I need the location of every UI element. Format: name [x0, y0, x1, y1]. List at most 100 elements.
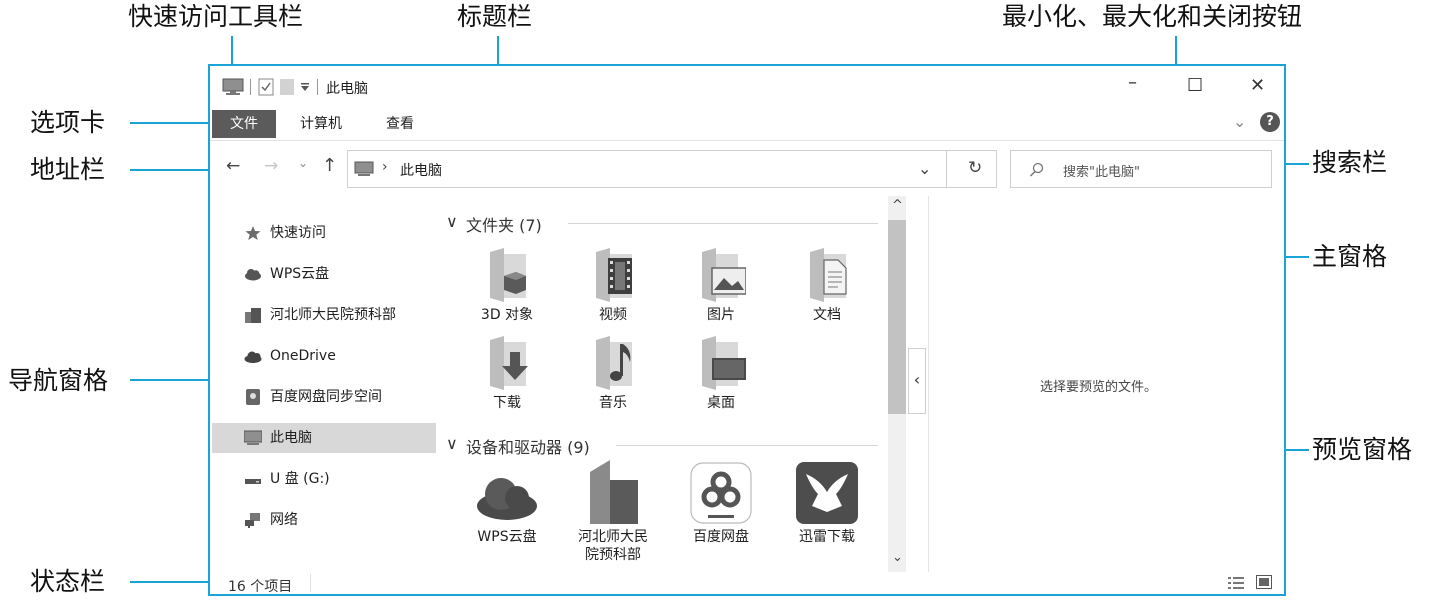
nav-item-quick-access[interactable]: 快速访问 [212, 218, 436, 248]
folder-tile-pictures[interactable]: 图片 [676, 248, 766, 328]
callout-line [130, 581, 210, 583]
search-placeholder: 搜索"此电脑" [1063, 165, 1140, 180]
downloads-folder-icon [490, 336, 528, 390]
back-arrow-icon[interactable]: ← [226, 156, 240, 176]
folder-label: 音乐 [599, 395, 627, 411]
nav-item-usb-drive[interactable]: U 盘 (G:) [212, 464, 436, 494]
callout-ribbon-tabs: 选项卡 [30, 108, 106, 137]
callout-line [231, 36, 233, 66]
device-label: 百度网盘 [693, 529, 749, 545]
pane-divider [928, 196, 929, 572]
scroll-down-arrow-icon[interactable]: ⌄ [892, 550, 903, 565]
navigation-pane: 快速访问 WPS云盘 河北师大民院预科部 OneDrive 百度网盘同步空间 此… [212, 212, 436, 572]
ribbon-expand-chevron-icon[interactable]: ⌄ [1233, 112, 1246, 131]
nav-item-baidu-sync[interactable]: 百度网盘同步空间 [212, 382, 436, 412]
recent-locations-chevron-icon[interactable]: ⌄ [298, 156, 308, 170]
preview-empty-text: 选择要预览的文件。 [1040, 380, 1158, 395]
nav-item-label: 河北师大民院预科部 [270, 307, 396, 323]
address-input[interactable]: › 此电脑 ⌄ ↻ [347, 150, 997, 188]
baidu-netdisk-icon [690, 462, 752, 524]
folder-tile-downloads[interactable]: 下载 [462, 336, 552, 416]
onedrive-cloud-icon [244, 351, 262, 363]
devices-group-collapse-icon[interactable]: ∨ [446, 434, 458, 453]
baidu-sync-icon [246, 389, 260, 405]
cloud-icon [245, 269, 261, 281]
nav-item-label: 百度网盘同步空间 [270, 389, 382, 405]
preview-pane: 选择要预览的文件。 [930, 196, 1282, 572]
usb-drive-icon [245, 479, 261, 484]
devices-group-header[interactable]: 设备和驱动器 (9) [466, 434, 590, 458]
main-pane-scrollbar[interactable]: ^ ⌄ [888, 196, 906, 572]
status-divider [310, 574, 311, 592]
nav-item-label: 快速访问 [270, 225, 326, 241]
3d-objects-folder-icon [490, 248, 526, 302]
desktop-folder-icon [702, 336, 746, 390]
nav-item-label: 此电脑 [270, 430, 312, 446]
toolbar-separator [317, 79, 318, 95]
folder-tile-documents[interactable]: 文档 [782, 248, 872, 328]
computer-icon [354, 161, 374, 176]
tab-file[interactable]: 文件 [212, 110, 276, 138]
preview-pane-collapse-button[interactable]: ‹ [908, 348, 926, 414]
folder-tile-desktop[interactable]: 桌面 [676, 336, 766, 416]
refresh-icon[interactable]: ↻ [968, 158, 982, 178]
xunlei-icon [796, 462, 858, 524]
scrollbar-thumb[interactable] [888, 220, 906, 414]
device-label: WPS云盘 [477, 529, 537, 545]
details-view-icon[interactable] [1228, 576, 1244, 590]
folder-tile-videos[interactable]: 视频 [568, 248, 658, 328]
new-folder-icon[interactable] [280, 78, 294, 96]
folders-group-collapse-icon[interactable]: ∨ [446, 212, 458, 231]
properties-check-icon[interactable] [258, 78, 274, 96]
device-label: 河北师大民 院预科部 [578, 529, 648, 563]
device-label: 迅雷下载 [799, 529, 855, 545]
nav-item-label: 网络 [270, 512, 298, 528]
close-button[interactable]: ✕ [1250, 75, 1265, 96]
nav-item-onedrive[interactable]: OneDrive [212, 341, 436, 371]
nav-item-network[interactable]: 网络 [212, 505, 436, 535]
computer-icon[interactable] [222, 78, 244, 96]
main-pane: ∨ 文件夹 (7) 3D 对象 视频 图片 文档 下载 音乐 桌面 ∨ 设备和驱… [440, 196, 886, 572]
forward-arrow-icon[interactable]: → [264, 156, 278, 176]
customize-toolbar-dropdown-icon[interactable] [300, 82, 310, 92]
building-drive-icon [590, 460, 638, 524]
computer-icon [244, 430, 262, 445]
help-icon[interactable]: ? [1260, 112, 1280, 132]
window-title: 此电脑 [326, 81, 368, 97]
callout-nav-pane: 导航窗格 [8, 366, 109, 395]
nav-item-label: U 盘 (G:) [270, 471, 330, 487]
nav-item-hebei-normal[interactable]: 河北师大民院预科部 [212, 300, 436, 330]
folders-group-header[interactable]: 文件夹 (7) [466, 212, 542, 236]
nav-item-label: WPS云盘 [270, 266, 330, 282]
file-explorer-window: 此电脑 – ☐ ✕ 文件 计算机 查看 ⌄ ? ← → ⌄ ↑ › 此电脑 ⌄ … [208, 64, 1286, 596]
folder-tile-3d-objects[interactable]: 3D 对象 [462, 248, 552, 328]
search-icon [1029, 162, 1044, 177]
device-tile-xunlei[interactable]: 迅雷下载 [782, 462, 872, 566]
tab-computer[interactable]: 计算机 [282, 110, 360, 138]
folder-tile-music[interactable]: 音乐 [568, 336, 658, 416]
device-tile-baidu-netdisk[interactable]: 百度网盘 [676, 462, 766, 566]
address-dropdown-chevron-icon[interactable]: ⌄ [918, 159, 931, 178]
minimize-button[interactable]: – [1128, 72, 1137, 93]
maximize-button[interactable]: ☐ [1187, 75, 1203, 96]
breadcrumb-this-pc[interactable]: 此电脑 [400, 160, 442, 180]
up-arrow-icon[interactable]: ↑ [322, 155, 337, 176]
folder-label: 图片 [707, 307, 735, 323]
folder-label: 视频 [599, 307, 627, 323]
scroll-up-arrow-icon[interactable]: ^ [892, 198, 903, 213]
folder-label: 文档 [813, 307, 841, 323]
callout-preview-pane: 预览窗格 [1312, 435, 1413, 464]
group-divider [616, 445, 878, 446]
callout-window-controls: 最小化、最大化和关闭按钮 [1002, 2, 1303, 31]
device-tile-wps-cloud[interactable]: WPS云盘 [462, 466, 552, 566]
callout-quick-access-toolbar: 快速访问工具栏 [128, 2, 304, 31]
nav-item-this-pc[interactable]: 此电脑 [212, 423, 436, 453]
network-icon [245, 513, 260, 528]
tab-view[interactable]: 查看 [368, 110, 432, 138]
nav-item-wps-cloud[interactable]: WPS云盘 [212, 259, 436, 289]
device-tile-hebei-normal[interactable]: 河北师大民 院预科部 [568, 460, 658, 566]
large-icons-view-icon[interactable] [1256, 575, 1272, 589]
callout-line [130, 122, 212, 124]
folder-label: 桌面 [707, 395, 735, 411]
search-input[interactable]: 搜索"此电脑" [1010, 150, 1272, 188]
